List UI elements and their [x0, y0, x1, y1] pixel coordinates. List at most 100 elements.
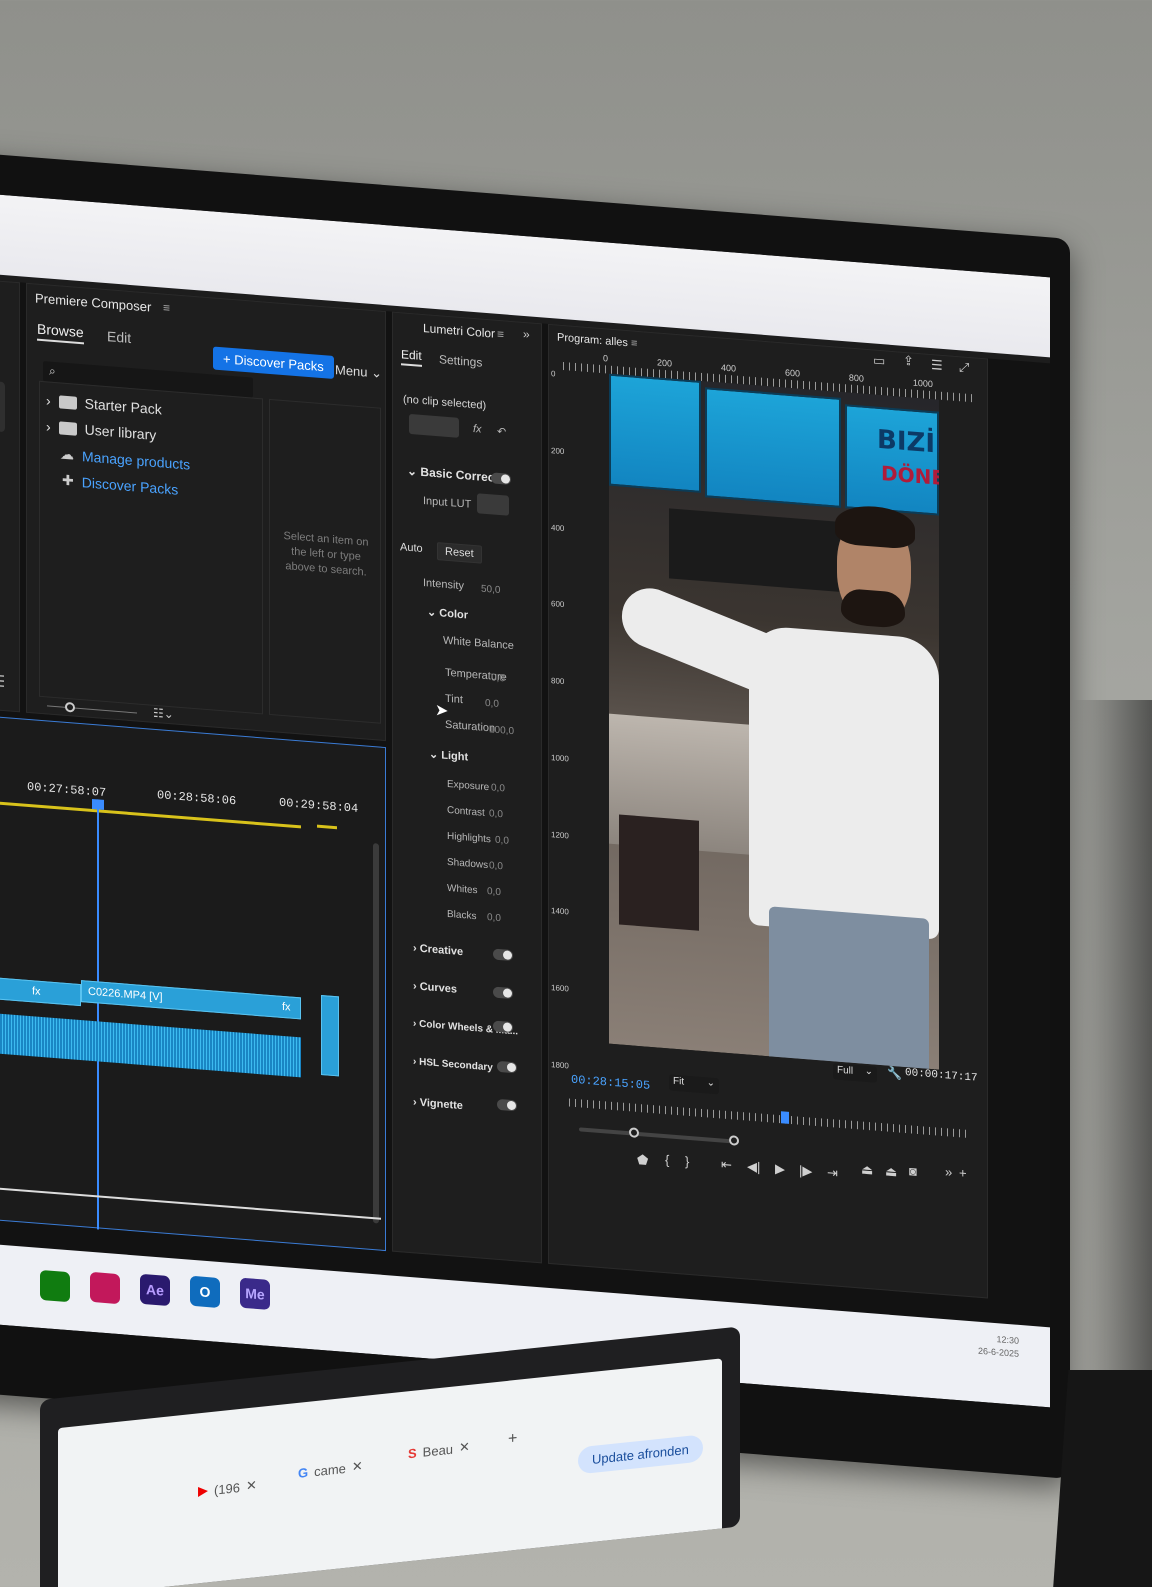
fx-icon[interactable]: fx: [473, 423, 482, 436]
safe-margins-icon[interactable]: ▭: [873, 352, 885, 369]
program-video-frame[interactable]: BIZİM DÖNER: [609, 373, 939, 1070]
outlook-icon[interactable]: O: [190, 1275, 220, 1309]
xbox-icon[interactable]: [40, 1269, 70, 1303]
menu-dropdown[interactable]: Menu ⌄: [335, 362, 382, 382]
after-effects-icon[interactable]: Ae: [140, 1273, 170, 1307]
reset-button[interactable]: Reset: [437, 542, 482, 564]
exposure-value[interactable]: 0,0: [491, 782, 505, 794]
step-back-icon[interactable]: ◀|: [747, 1159, 760, 1176]
vignette-toggle[interactable]: [497, 1098, 517, 1112]
intensity-value[interactable]: 50,0: [481, 584, 500, 597]
left-edge-panel: les ☰: [0, 277, 20, 713]
tab-lumetri-edit[interactable]: Edit: [401, 347, 422, 367]
fullscreen-icon[interactable]: ⤢: [959, 359, 969, 376]
full-dropdown[interactable]: Full ⌄: [833, 1063, 877, 1083]
temperature-value[interactable]: 0,0: [491, 672, 505, 684]
saturation-value[interactable]: 100,0: [489, 724, 514, 737]
zoom-bar[interactable]: [579, 1127, 739, 1146]
go-to-in-icon[interactable]: ⇤: [721, 1156, 732, 1173]
vertical-scrollbar[interactable]: [373, 843, 379, 1224]
close-icon[interactable]: ✕: [459, 1439, 470, 1456]
tab-edit[interactable]: Edit: [107, 328, 131, 346]
hsl-section[interactable]: › HSL Secondary: [413, 1056, 493, 1073]
browser-tab[interactable]: S Beau ✕: [408, 1439, 470, 1462]
chevron-right-icon: ›: [413, 1018, 417, 1030]
mark-out-icon[interactable]: }: [685, 1154, 689, 1169]
video-clip[interactable]: C0226.MP4 [V] fx: [81, 980, 301, 1020]
undo-icon[interactable]: ↶: [497, 425, 506, 439]
zoom-handle-left[interactable]: [629, 1127, 639, 1139]
work-area-bar[interactable]: [0, 798, 301, 829]
zoom-slider[interactable]: [47, 701, 137, 714]
shadows-value[interactable]: 0,0: [489, 860, 503, 872]
slider-handle[interactable]: [65, 701, 75, 713]
auto-button[interactable]: Auto: [393, 539, 430, 558]
discover-packs-button[interactable]: + Discover Packs: [213, 346, 334, 379]
zoom-handle-right[interactable]: [729, 1135, 739, 1146]
work-area-bar[interactable]: [317, 824, 337, 830]
blacks-value[interactable]: 0,0: [487, 912, 501, 924]
video-clip[interactable]: fx: [0, 974, 81, 1007]
app-icon[interactable]: [90, 1271, 120, 1305]
clip-dropdown[interactable]: [409, 413, 459, 438]
playhead-handle[interactable]: [92, 798, 104, 810]
panel-menu-icon[interactable]: ≡: [497, 327, 504, 342]
tree-item-starter-pack[interactable]: › Starter Pack: [46, 392, 162, 417]
system-clock[interactable]: 12:30 26-6-2025: [978, 1332, 1019, 1361]
tab-browse[interactable]: Browse: [37, 320, 84, 345]
expand-panels-icon[interactable]: »: [523, 327, 530, 342]
whites-value[interactable]: 0,0: [487, 886, 501, 898]
manage-products-link[interactable]: ☁ Manage products: [60, 445, 190, 472]
curves-section[interactable]: › Curves: [413, 980, 457, 995]
vignette-section[interactable]: › Vignette: [413, 1096, 463, 1112]
light-section[interactable]: ⌄ Light: [429, 747, 468, 763]
fit-dropdown[interactable]: Fit ⌄: [669, 1074, 719, 1095]
highlights-value[interactable]: 0,0: [495, 835, 509, 847]
sliders-icon[interactable]: ☰: [0, 671, 5, 692]
current-timecode[interactable]: 00:28:15:05: [571, 1073, 650, 1093]
export-icon[interactable]: ⇪: [903, 353, 914, 370]
close-icon[interactable]: ✕: [246, 1477, 257, 1494]
tree-item-user-library[interactable]: › User library: [46, 418, 156, 443]
lift-icon[interactable]: ⏏: [861, 1161, 873, 1178]
creative-section[interactable]: › Creative: [413, 942, 463, 958]
update-button[interactable]: Update afronden: [578, 1434, 703, 1475]
color-wheels-toggle[interactable]: [493, 1020, 513, 1034]
close-icon[interactable]: ✕: [352, 1458, 363, 1475]
browser-tab[interactable]: G came ✕: [298, 1458, 363, 1481]
view-mode-icon[interactable]: ☷⌄: [153, 706, 174, 722]
video-clip-end[interactable]: [321, 994, 339, 1077]
timeline-playhead[interactable]: [92, 798, 104, 1230]
wrench-icon[interactable]: 🔧: [887, 1066, 902, 1081]
creative-toggle[interactable]: [493, 948, 513, 962]
camera-icon[interactable]: ◙: [909, 1163, 917, 1179]
tint-value[interactable]: 0,0: [485, 698, 499, 710]
play-icon[interactable]: ▶: [775, 1161, 785, 1178]
panel-menu-icon[interactable]: ≡: [631, 337, 637, 350]
more-controls-icon[interactable]: »: [945, 1164, 952, 1180]
go-to-out-icon[interactable]: ⇥: [827, 1165, 838, 1182]
extract-icon[interactable]: ⏏: [885, 1163, 897, 1180]
new-tab-icon[interactable]: +: [508, 1430, 517, 1449]
media-encoder-icon[interactable]: Me: [240, 1277, 270, 1310]
tab-lumetri-settings[interactable]: Settings: [439, 352, 482, 369]
browser-tab[interactable]: ▶ (196 ✕: [198, 1477, 257, 1499]
color-section[interactable]: ⌄ Color: [427, 605, 468, 621]
settings-list-icon[interactable]: ☰: [931, 357, 943, 374]
add-button-icon[interactable]: +: [959, 1165, 967, 1181]
basic-correction-section[interactable]: ⌄ Basic Correcti: [407, 464, 502, 485]
mark-in-icon[interactable]: {: [665, 1152, 669, 1167]
left-edge-thumb[interactable]: [0, 378, 5, 433]
curves-toggle[interactable]: [493, 986, 513, 1000]
panel-menu-icon[interactable]: ≡: [163, 301, 170, 316]
marker-icon[interactable]: ⬟: [637, 1152, 648, 1169]
basic-correction-toggle[interactable]: [491, 472, 511, 485]
hsl-toggle[interactable]: [497, 1060, 517, 1074]
contrast-value[interactable]: 0,0: [489, 808, 503, 820]
step-forward-icon[interactable]: |▶: [799, 1163, 812, 1180]
horizontal-scrollbar[interactable]: [0, 1184, 381, 1220]
audio-clip[interactable]: [0, 1010, 301, 1078]
discover-packs-link[interactable]: ✚ Discover Packs: [62, 472, 178, 498]
input-lut-dropdown[interactable]: [477, 493, 509, 516]
program-playhead[interactable]: [781, 1111, 789, 1124]
